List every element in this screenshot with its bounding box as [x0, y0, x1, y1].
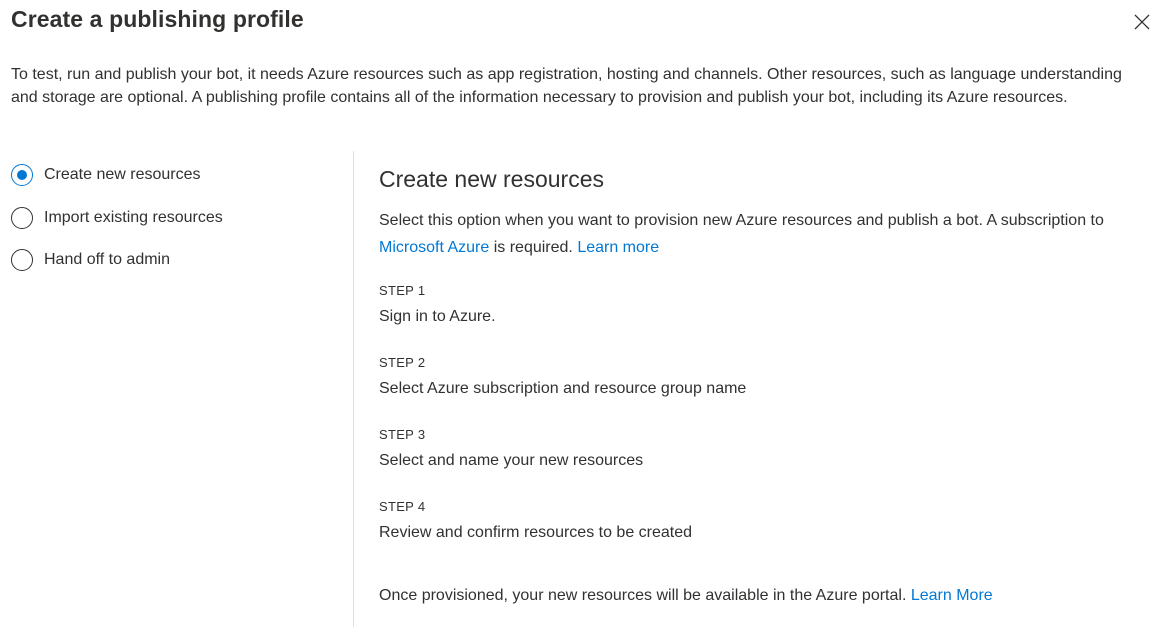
learn-more-link[interactable]: Learn more — [577, 239, 659, 256]
step-text: Select and name your new resources — [379, 452, 644, 469]
radio-import-existing-resources[interactable] — [11, 206, 33, 229]
option-label: Hand off to admin — [44, 251, 171, 268]
step-label: STEP 3 — [379, 427, 426, 442]
footer-note: Once provisioned, your new resources wil… — [379, 584, 993, 607]
step-text: Sign in to Azure. — [379, 308, 496, 325]
steps-list: STEP 1 Sign in to Azure. STEP 2 Select A… — [379, 282, 1139, 570]
step-label: STEP 4 — [379, 499, 426, 514]
step-item: STEP 2 Select Azure subscription and res… — [379, 354, 1139, 426]
learn-more-portal-link[interactable]: Learn More — [911, 587, 993, 604]
step-label: STEP 1 — [379, 283, 426, 298]
step-label: STEP 2 — [379, 355, 426, 370]
section-title: Create new resources — [379, 166, 604, 192]
section-description: Select this option when you want to prov… — [379, 207, 1139, 261]
resource-option-group: Create new resources Import existing res… — [11, 163, 223, 291]
step-item: STEP 3 Select and name your new resource… — [379, 426, 1139, 498]
description-text: Select this option when you want to prov… — [379, 212, 1104, 229]
description-text-2: is required. — [489, 239, 578, 256]
step-item: STEP 4 Review and confirm resources to b… — [379, 498, 1139, 570]
step-text: Review and confirm resources to be creat… — [379, 524, 693, 541]
option-details-panel: Create new resources Select this option … — [379, 160, 1139, 261]
close-icon — [1134, 14, 1150, 30]
dialog-title: Create a publishing profile — [11, 6, 304, 32]
step-text: Select Azure subscription and resource g… — [379, 380, 747, 397]
option-create-new-resources[interactable]: Create new resources — [11, 163, 223, 187]
option-label: Create new resources — [44, 166, 201, 183]
publishing-profile-dialog: Create a publishing profile To test, run… — [0, 0, 1160, 627]
footer-text: Once provisioned, your new resources wil… — [379, 587, 911, 604]
microsoft-azure-link[interactable]: Microsoft Azure — [379, 239, 489, 256]
option-import-existing-resources[interactable]: Import existing resources — [11, 206, 223, 230]
step-item: STEP 1 Sign in to Azure. — [379, 282, 1139, 354]
option-label: Import existing resources — [44, 208, 223, 226]
radio-create-new-resources[interactable] — [11, 164, 33, 186]
vertical-divider — [353, 151, 354, 627]
option-hand-off-to-admin[interactable]: Hand off to admin — [11, 248, 223, 272]
intro-text: To test, run and publish your bot, it ne… — [11, 66, 1122, 106]
close-button[interactable] — [1128, 8, 1156, 36]
radio-hand-off-to-admin[interactable] — [11, 249, 33, 271]
